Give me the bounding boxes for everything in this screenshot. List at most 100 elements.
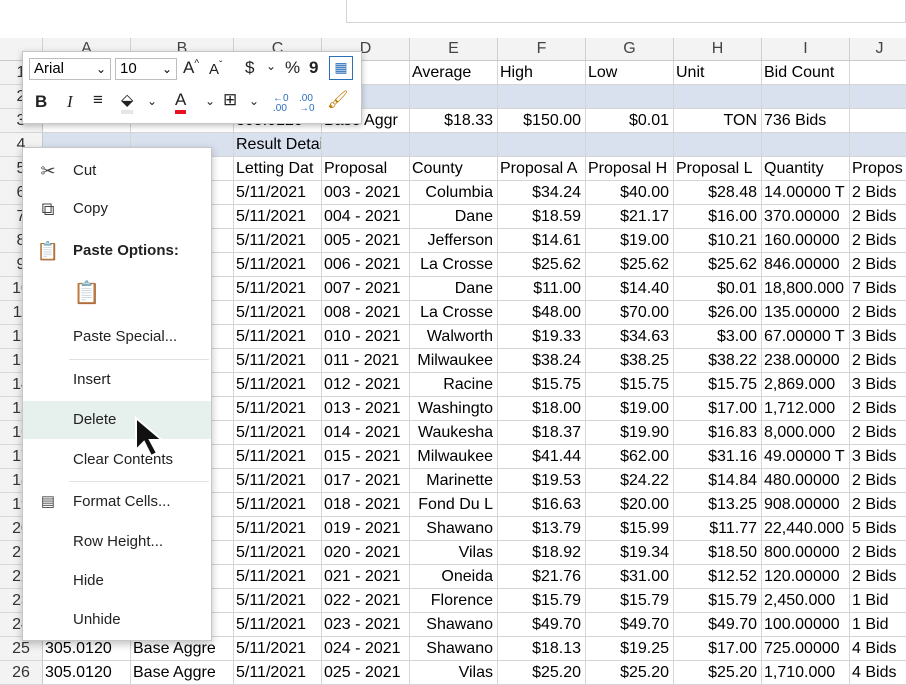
table-cell[interactable]: 800.00000 [762, 541, 850, 565]
table-cell[interactable]: Oneida [410, 565, 498, 589]
table-cell[interactable]: 2 Bids [850, 349, 906, 373]
table-cell[interactable]: $16.83 [674, 421, 762, 445]
table-cell[interactable]: $0.01 [586, 109, 674, 133]
table-cell[interactable]: $13.25 [674, 493, 762, 517]
table-cell[interactable]: $19.33 [498, 325, 586, 349]
table-cell[interactable]: $13.79 [498, 517, 586, 541]
table-cell[interactable] [762, 133, 850, 157]
chevron-down-icon[interactable]: ⌄ [249, 94, 259, 108]
table-cell[interactable]: 020 - 2021 [322, 541, 410, 565]
table-cell[interactable]: $15.79 [586, 589, 674, 613]
table-cell[interactable]: Vilas [410, 541, 498, 565]
table-cell[interactable]: $21.76 [498, 565, 586, 589]
table-cell[interactable] [850, 133, 906, 157]
table-cell[interactable]: Dane [410, 205, 498, 229]
column-header[interactable]: F [498, 38, 586, 60]
table-cell[interactable]: 5/11/2021 [234, 637, 322, 661]
table-cell[interactable]: 017 - 2021 [322, 469, 410, 493]
table-cell[interactable]: $62.00 [586, 445, 674, 469]
table-cell[interactable] [322, 133, 410, 157]
table-cell[interactable]: 2 Bids [850, 301, 906, 325]
table-cell[interactable]: 846.00000 [762, 253, 850, 277]
menu-item-row-height[interactable]: Row Height... [23, 523, 211, 561]
table-cell[interactable] [850, 61, 906, 85]
table-cell[interactable]: 5/11/2021 [234, 253, 322, 277]
table-cell[interactable]: $14.40 [586, 277, 674, 301]
table-cell[interactable]: 4 Bids [850, 661, 906, 685]
column-header[interactable]: I [762, 38, 850, 60]
table-cell[interactable]: $150.00 [498, 109, 586, 133]
table-cell[interactable]: $14.61 [498, 229, 586, 253]
table-cell[interactable]: 3 Bids [850, 325, 906, 349]
menu-item-unhide[interactable]: Unhide [23, 601, 211, 639]
table-cell[interactable] [410, 133, 498, 157]
table-cell[interactable]: 5/11/2021 [234, 205, 322, 229]
table-cell[interactable]: County [410, 157, 498, 181]
table-cell[interactable]: $25.62 [674, 253, 762, 277]
table-cell[interactable]: $18.92 [498, 541, 586, 565]
table-cell[interactable]: Proposal [322, 157, 410, 181]
table-cell[interactable]: Proposal L [674, 157, 762, 181]
table-cell[interactable]: 5/11/2021 [234, 349, 322, 373]
table-cell[interactable]: Milwaukee [410, 349, 498, 373]
table-cell[interactable]: 1 Bid [850, 589, 906, 613]
table-cell[interactable]: $20.00 [586, 493, 674, 517]
table-cell[interactable]: 023 - 2021 [322, 613, 410, 637]
table-cell[interactable]: 2 Bids [850, 229, 906, 253]
table-cell[interactable]: 135.00000 [762, 301, 850, 325]
table-cell[interactable]: Racine [410, 373, 498, 397]
table-cell[interactable]: TON [674, 109, 762, 133]
column-header[interactable]: J [850, 38, 906, 60]
table-cell[interactable]: $25.20 [498, 661, 586, 685]
table-cell[interactable]: Propos [850, 157, 906, 181]
menu-item-paste-special[interactable]: Paste Special... [23, 318, 211, 356]
table-cell[interactable]: $49.70 [674, 613, 762, 637]
table-cell[interactable]: $19.00 [586, 397, 674, 421]
table-cell[interactable]: Proposal A [498, 157, 586, 181]
table-cell[interactable]: Shawano [410, 517, 498, 541]
table-cell[interactable]: 2 Bids [850, 205, 906, 229]
decrease-decimal-icon[interactable]: .00 →0 [299, 94, 315, 114]
table-cell[interactable]: $38.25 [586, 349, 674, 373]
table-cell[interactable]: $19.34 [586, 541, 674, 565]
table-cell[interactable]: $15.75 [674, 373, 762, 397]
table-cell[interactable]: $31.16 [674, 445, 762, 469]
table-cell[interactable]: Shawano [410, 613, 498, 637]
table-cell[interactable]: $25.20 [674, 661, 762, 685]
column-header[interactable]: E [410, 38, 498, 60]
table-cell[interactable]: $40.00 [586, 181, 674, 205]
table-cell[interactable]: 5 Bids [850, 517, 906, 541]
table-cell[interactable]: 2,450.000 [762, 589, 850, 613]
table-cell[interactable]: $18.00 [498, 397, 586, 421]
font-name-select[interactable]: Arial ⌄ [29, 58, 111, 80]
table-cell[interactable]: Fond Du L [410, 493, 498, 517]
table-cell[interactable]: $18.59 [498, 205, 586, 229]
align-center-icon[interactable]: ≡ [93, 90, 103, 110]
table-cell[interactable]: 238.00000 [762, 349, 850, 373]
table-cell[interactable]: $21.17 [586, 205, 674, 229]
table-cell[interactable]: $15.99 [586, 517, 674, 541]
column-header[interactable]: H [674, 38, 762, 60]
table-cell[interactable]: $19.90 [586, 421, 674, 445]
table-cell[interactable]: 1 Bid [850, 613, 906, 637]
table-cell[interactable]: High [498, 61, 586, 85]
table-cell[interactable]: $24.22 [586, 469, 674, 493]
currency-button[interactable]: $ [245, 58, 254, 78]
table-cell[interactable]: Washingto [410, 397, 498, 421]
table-cell[interactable]: 2 Bids [850, 469, 906, 493]
table-cell[interactable]: $70.00 [586, 301, 674, 325]
table-cell[interactable]: 3 Bids [850, 373, 906, 397]
table-cell[interactable]: 2 Bids [850, 541, 906, 565]
table-cell[interactable]: $15.75 [498, 373, 586, 397]
table-cell[interactable] [674, 85, 762, 109]
table-cell[interactable]: $3.00 [674, 325, 762, 349]
table-cell[interactable]: 015 - 2021 [322, 445, 410, 469]
table-cell[interactable]: $18.13 [498, 637, 586, 661]
table-cell[interactable]: 5/11/2021 [234, 325, 322, 349]
table-cell[interactable]: 2 Bids [850, 397, 906, 421]
table-cell[interactable]: 5/11/2021 [234, 445, 322, 469]
table-cell[interactable]: $26.00 [674, 301, 762, 325]
table-cell[interactable]: 5/11/2021 [234, 613, 322, 637]
table-cell[interactable]: 5/11/2021 [234, 373, 322, 397]
table-cell[interactable]: $16.63 [498, 493, 586, 517]
